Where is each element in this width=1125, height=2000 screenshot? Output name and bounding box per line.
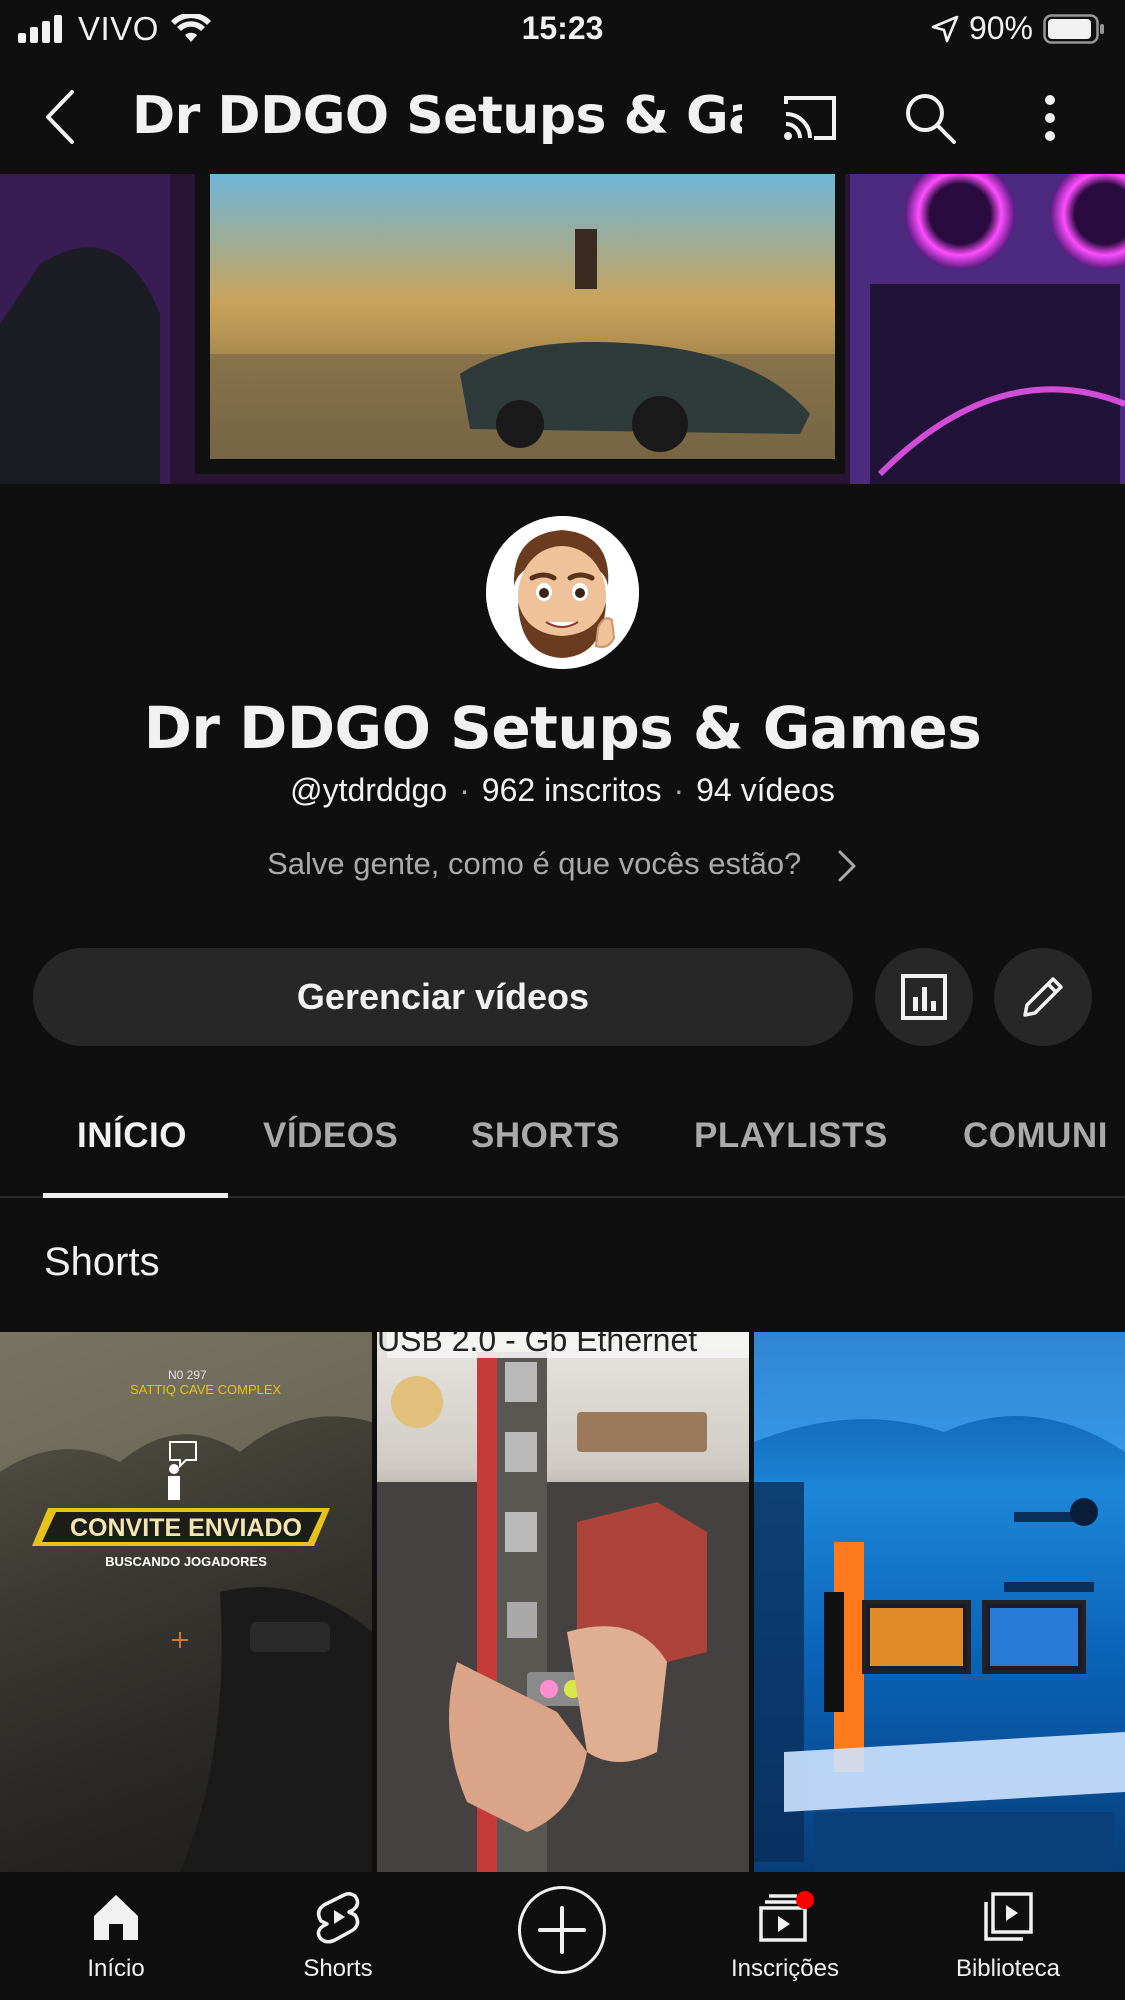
home-icon	[94, 1895, 138, 1940]
separator-dot: ·	[673, 772, 685, 808]
nav-biblioteca-label: Biblioteca	[955, 1955, 1061, 1982]
status-right: 90%	[931, 10, 1105, 47]
channel-handle: @ytdrddgo	[290, 772, 448, 808]
short-overlay-location: SATTIQ CAVE COMPLEX	[130, 1382, 282, 1397]
analytics-icon	[901, 974, 947, 1020]
short-overlay-caption: USB 2.0 - Gb Ethernet	[377, 1332, 698, 1358]
chevron-left-icon	[46, 90, 74, 144]
manage-videos-button[interactable]: Gerenciar vídeos	[33, 948, 853, 1046]
status-bar: VIVO 15:23 90%	[0, 0, 1125, 58]
shorts-section-title: Shorts	[44, 1240, 160, 1284]
short-overlay-main: CONVITE ENVIADO	[70, 1514, 302, 1542]
create-button[interactable]	[518, 1886, 606, 1974]
bottom-navigation: Início Shorts Inscrições Biblioteca	[0, 1872, 1125, 2000]
short-thumbnail[interactable]: N0 297 SATTIQ CAVE COMPLEX CONVITE ENVIA…	[0, 1332, 372, 1872]
location-icon	[931, 15, 959, 42]
shorts-icon	[316, 1891, 360, 1944]
search-icon	[906, 94, 956, 144]
short-thumbnail-image	[377, 1332, 749, 1872]
short-thumbnail[interactable]: USB 2.0 - Gb Ethernet	[377, 1332, 749, 1872]
short-thumbnail-image	[0, 1332, 372, 1872]
banner-image	[0, 174, 1125, 484]
channel-banner	[0, 174, 1125, 484]
description-text: Salve gente, como é que vocês estão?	[267, 846, 802, 881]
tab-inicio[interactable]: INÍCIO	[77, 1116, 187, 1156]
tab-comunidade[interactable]: COMUNI	[963, 1116, 1108, 1156]
nav-biblioteca[interactable]: Biblioteca	[918, 1890, 1098, 1983]
nav-shorts-label: Shorts	[303, 1955, 373, 1982]
tab-videos[interactable]: VÍDEOS	[263, 1116, 398, 1156]
tab-shorts[interactable]: SHORTS	[471, 1116, 620, 1156]
channel-description[interactable]: Salve gente, como é que vocês estão?	[0, 846, 1125, 883]
battery-icon	[1043, 13, 1104, 44]
create-icon	[538, 1906, 586, 1954]
cast-button[interactable]	[780, 90, 840, 146]
avatar-memoji-icon	[486, 516, 639, 669]
more-vertical-icon	[1045, 95, 1055, 141]
channel-page: VIVO 15:23 90% Dr DDGO Setups & G Dr DDG…	[0, 0, 1125, 2000]
separator-dot: ·	[459, 772, 470, 808]
subscriptions-icon	[759, 1891, 814, 1942]
chevron-right-icon	[838, 850, 856, 882]
nav-inscricoes[interactable]: Inscrições	[695, 1890, 875, 1983]
library-icon	[984, 1892, 1033, 1941]
app-bar: Dr DDGO Setups & Ga...	[0, 70, 1125, 170]
subscriber-count: 962 inscritos	[481, 772, 662, 808]
channel-name: Dr DDGO Setups & Games	[143, 694, 982, 762]
more-options-button[interactable]	[1030, 88, 1070, 148]
short-thumbnail-image	[754, 1332, 1125, 1872]
channel-meta: @ytdrddgo · 962 inscritos · 94 vídeos	[0, 772, 1125, 809]
nav-shorts[interactable]: Shorts	[248, 1890, 428, 1983]
short-thumbnail[interactable]	[754, 1332, 1125, 1872]
nav-inscricoes-label: Inscrições	[730, 1955, 840, 1982]
active-tab-indicator	[43, 1193, 228, 1198]
cast-icon	[784, 96, 836, 140]
channel-avatar[interactable]	[486, 516, 639, 669]
video-count: 94 vídeos	[696, 772, 835, 808]
short-overlay-sub: BUSCANDO JOGADORES	[105, 1554, 267, 1569]
back-button[interactable]	[34, 82, 94, 152]
shorts-shelf: N0 297 SATTIQ CAVE COMPLEX CONVITE ENVIA…	[0, 1332, 1125, 1872]
pencil-icon	[1023, 977, 1063, 1017]
nav-inicio-label: Início	[87, 1955, 145, 1982]
edit-channel-button[interactable]	[994, 948, 1092, 1046]
short-overlay-code: N0 297	[168, 1368, 207, 1382]
battery-percent: 90%	[968, 10, 1033, 46]
channel-tabs: INÍCIO VÍDEOS SHORTS PLAYLISTS COMUNI	[0, 1090, 1125, 1198]
search-button[interactable]	[900, 88, 960, 148]
tab-playlists[interactable]: PLAYLISTS	[694, 1116, 888, 1156]
analytics-button[interactable]	[875, 948, 973, 1046]
nav-inicio[interactable]: Início	[26, 1890, 206, 1983]
app-bar-title: Dr DDGO Setups & Ga...	[132, 86, 742, 146]
